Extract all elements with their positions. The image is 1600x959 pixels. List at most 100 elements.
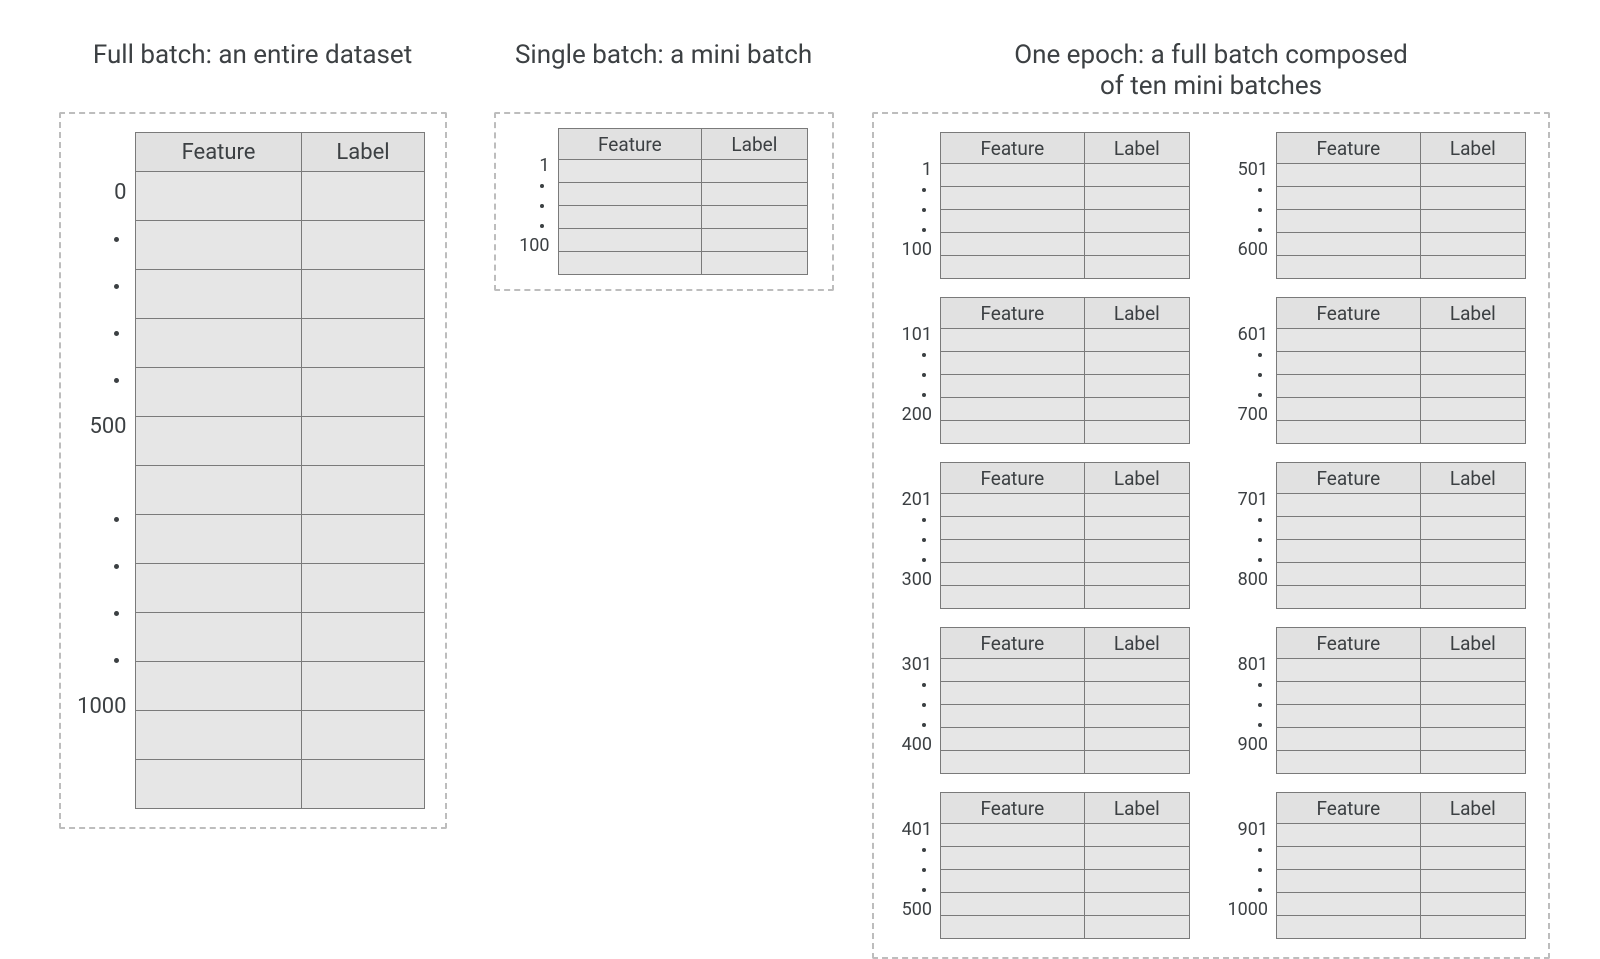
col-feature: Feature bbox=[941, 463, 1085, 494]
ellipsis-dot bbox=[114, 331, 119, 336]
ellipsis-dot bbox=[922, 538, 926, 542]
index-last: 700 bbox=[1238, 405, 1268, 425]
col-feature: Feature bbox=[558, 129, 702, 160]
mini-batch: 801 900 FeatureLabel bbox=[1224, 627, 1528, 774]
ellipsis-dot bbox=[922, 393, 926, 397]
ellipsis-dot bbox=[114, 284, 119, 289]
mini-batch-table: FeatureLabel bbox=[940, 627, 1190, 774]
ellipsis-dot bbox=[922, 868, 926, 872]
ellipsis-dot bbox=[922, 208, 926, 212]
single-batch-title: Single batch: a mini batch bbox=[515, 40, 812, 112]
single-batch-index-col: 1 100 bbox=[506, 128, 558, 256]
mini-batch: 1 100 FeatureLabel bbox=[888, 132, 1192, 279]
index-first: 501 bbox=[1238, 160, 1268, 180]
single-batch-table: FeatureLabel bbox=[558, 128, 808, 275]
col-feature: Feature bbox=[1277, 133, 1421, 164]
mini-batch-table: FeatureLabel bbox=[940, 462, 1190, 609]
col-label: Label bbox=[1084, 793, 1189, 824]
mini-batch-table: FeatureLabel bbox=[1276, 297, 1526, 444]
full-batch-title: Full batch: an entire dataset bbox=[93, 40, 412, 112]
mini-batch: 101 200 FeatureLabel bbox=[888, 297, 1192, 444]
ellipsis-dot bbox=[922, 518, 926, 522]
col-feature: Feature bbox=[135, 133, 302, 172]
ellipsis-dot bbox=[114, 611, 119, 616]
index-first: 0 bbox=[114, 170, 126, 216]
col-label: Label bbox=[1420, 463, 1525, 494]
col-label: Label bbox=[1420, 298, 1525, 329]
epoch-title: One epoch: a full batch composed of ten … bbox=[1014, 40, 1408, 112]
col-feature: Feature bbox=[941, 793, 1085, 824]
ellipsis-dot bbox=[922, 888, 926, 892]
index-first: 901 bbox=[1238, 820, 1268, 840]
ellipsis-dot bbox=[1258, 848, 1262, 852]
mini-batch-table: FeatureLabel bbox=[1276, 462, 1526, 609]
ellipsis-dot bbox=[1258, 393, 1262, 397]
index-first: 1 bbox=[922, 160, 932, 180]
mini-batch-table: FeatureLabel bbox=[940, 792, 1190, 939]
index-first: 701 bbox=[1238, 490, 1268, 510]
ellipsis-dot bbox=[1258, 228, 1262, 232]
ellipsis-dot bbox=[922, 558, 926, 562]
index-last: 300 bbox=[902, 570, 932, 590]
col-label: Label bbox=[702, 129, 807, 160]
ellipsis-dot bbox=[1258, 558, 1262, 562]
index-first: 401 bbox=[902, 820, 932, 840]
mini-batch-index-col: 501 600 bbox=[1224, 132, 1276, 260]
mini-batch-index-col: 1 100 bbox=[888, 132, 940, 260]
col-feature: Feature bbox=[941, 298, 1085, 329]
ellipsis-dot bbox=[1258, 518, 1262, 522]
ellipsis-dot bbox=[922, 683, 926, 687]
col-feature: Feature bbox=[941, 133, 1085, 164]
mini-batch: 601 700 FeatureLabel bbox=[1224, 297, 1528, 444]
mini-batch: 401 500 FeatureLabel bbox=[888, 792, 1192, 939]
index-last: 200 bbox=[902, 405, 932, 425]
col-label: Label bbox=[1084, 133, 1189, 164]
ellipsis-dot bbox=[1258, 538, 1262, 542]
mini-batch-table: FeatureLabel bbox=[1276, 627, 1526, 774]
col-feature: Feature bbox=[941, 628, 1085, 659]
ellipsis-dot bbox=[1258, 723, 1262, 727]
col-label: Label bbox=[1420, 793, 1525, 824]
mini-batch-index-col: 201 300 bbox=[888, 462, 940, 590]
ellipsis-dot bbox=[1258, 703, 1262, 707]
index-last: 600 bbox=[1238, 240, 1268, 260]
ellipsis-dot bbox=[922, 373, 926, 377]
index-last: 400 bbox=[902, 735, 932, 755]
index-last: 500 bbox=[902, 900, 932, 920]
epoch-panel: One epoch: a full batch composed of ten … bbox=[872, 40, 1550, 959]
col-label: Label bbox=[1084, 463, 1189, 494]
ellipsis-dot bbox=[922, 703, 926, 707]
mini-batch-index-col: 701 800 bbox=[1224, 462, 1276, 590]
ellipsis-dot bbox=[114, 658, 119, 663]
mini-batch-table: FeatureLabel bbox=[940, 297, 1190, 444]
ellipsis-dot bbox=[922, 353, 926, 357]
mini-batch-index-col: 901 1000 bbox=[1224, 792, 1276, 920]
mini-batch: 501 600 FeatureLabel bbox=[1224, 132, 1528, 279]
mini-batch-index-col: 401 500 bbox=[888, 792, 940, 920]
ellipsis-dot bbox=[114, 237, 119, 242]
ellipsis-dot bbox=[114, 378, 119, 383]
index-first: 101 bbox=[902, 325, 932, 345]
ellipsis-dot bbox=[922, 848, 926, 852]
index-last: 100 bbox=[902, 240, 932, 260]
index-last: 1000 bbox=[77, 684, 126, 730]
mini-batch-table: FeatureLabel bbox=[1276, 792, 1526, 939]
ellipsis-dot bbox=[540, 204, 544, 208]
full-batch-box: 0 500 1000 FeatureLabel bbox=[59, 112, 447, 829]
index-first: 301 bbox=[902, 655, 932, 675]
ellipsis-dot bbox=[922, 188, 926, 192]
index-last: 100 bbox=[519, 236, 549, 256]
mini-batch: 701 800 FeatureLabel bbox=[1224, 462, 1528, 609]
index-last: 1000 bbox=[1228, 900, 1268, 920]
index-first: 201 bbox=[902, 490, 932, 510]
mini-batch-index-col: 101 200 bbox=[888, 297, 940, 425]
ellipsis-dot bbox=[1258, 208, 1262, 212]
mini-batch: 901 1000 FeatureLabel bbox=[1224, 792, 1528, 939]
index-last: 800 bbox=[1238, 570, 1268, 590]
ellipsis-dot bbox=[1258, 683, 1262, 687]
index-last: 900 bbox=[1238, 735, 1268, 755]
col-label: Label bbox=[1084, 628, 1189, 659]
ellipsis-dot bbox=[1258, 868, 1262, 872]
index-mid: 500 bbox=[89, 404, 126, 450]
ellipsis-dot bbox=[1258, 188, 1262, 192]
